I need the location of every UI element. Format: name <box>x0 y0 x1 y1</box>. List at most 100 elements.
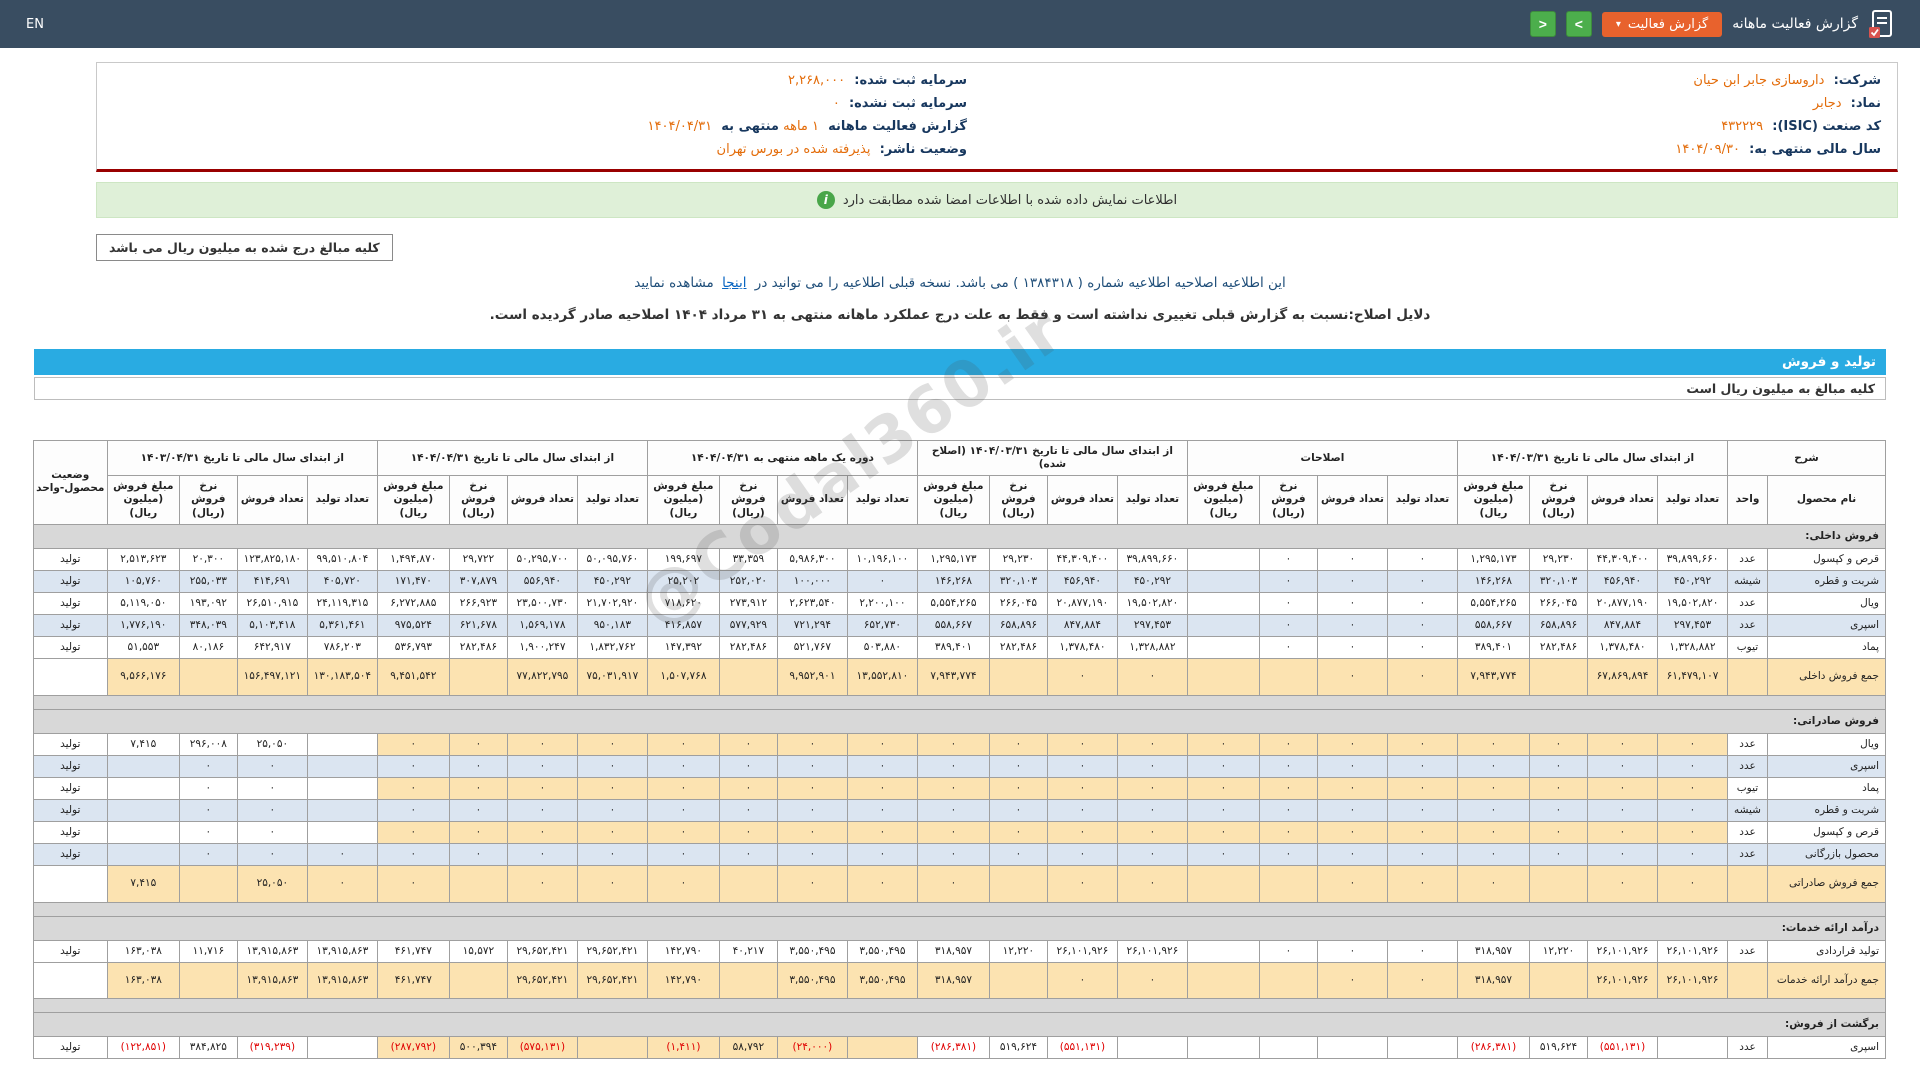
column-subheader: نرخ فروش (ریال) <box>1258 475 1318 525</box>
value-cell: ۲۰,۸۷۷,۱۹۰ <box>1046 591 1118 616</box>
prev-announcement-button[interactable]: < <box>1529 11 1556 37</box>
value-cell: ۰ <box>1258 591 1318 616</box>
value-cell: ۰ <box>1386 843 1458 867</box>
value-cell <box>448 961 508 999</box>
issuer-status-label: وضعیت ناشر: <box>879 142 967 157</box>
value-cell: ۱۰۰,۰۰۰ <box>776 569 848 594</box>
value-cell: ۰ <box>916 865 990 903</box>
value-cell: ۰ <box>1456 754 1531 778</box>
value-cell: ۰ <box>1258 776 1318 801</box>
activity-report-dropdown[interactable]: گزارش فعالیت ▾ <box>1601 11 1723 37</box>
value-cell: ۲۶۶,۰۴۵ <box>988 591 1048 616</box>
value-cell: ۹۷۵,۵۲۴ <box>376 614 450 638</box>
value-cell: ۰ <box>178 754 238 778</box>
value-cell: ۳,۵۵۰,۴۹۵ <box>846 961 918 999</box>
value-cell: ۰ <box>776 754 848 778</box>
value-cell: ۱۹,۵۰۲,۸۲۰ <box>1116 591 1188 616</box>
value-cell: ۰ <box>1316 865 1388 903</box>
value-cell: ۱۰,۱۹۶,۱۰۰ <box>846 547 918 571</box>
value-cell: ۰ <box>1386 754 1458 778</box>
value-cell: ۰ <box>1316 754 1388 778</box>
previous-version-link[interactable]: اینجا <box>722 275 746 291</box>
value-cell: ۰ <box>1386 865 1458 903</box>
value-cell <box>306 821 378 845</box>
value-cell: ۱۲,۲۲۰ <box>1529 939 1588 963</box>
section-header-production: تولید و فروش <box>34 349 1886 375</box>
value-cell: (۵۷۵,۱۳۱) <box>506 1035 578 1060</box>
value-cell: ۰ <box>1046 732 1118 756</box>
value-cell: ۰ <box>988 798 1048 823</box>
value-cell: ۴۵۰,۲۹۲ <box>576 569 648 594</box>
status-cell: تولید <box>32 776 108 801</box>
value-cell: ۵۰۳,۸۸۰ <box>846 636 918 660</box>
unit-cell: تیوب <box>1727 776 1768 801</box>
value-cell: ۰ <box>1316 591 1388 616</box>
unit-cell: عدد <box>1727 591 1768 616</box>
value-cell: ۰ <box>448 754 508 778</box>
value-cell: ۰ <box>178 798 238 823</box>
value-cell: ۰ <box>1116 754 1188 778</box>
unit-cell: عدد <box>1727 821 1768 845</box>
value-cell <box>1529 865 1588 903</box>
value-cell: ۵۰,۲۹۵,۷۰۰ <box>506 547 578 571</box>
value-cell: ۰ <box>178 821 238 845</box>
value-cell: ۰ <box>576 865 648 903</box>
value-cell: ۲۹,۷۲۲ <box>448 547 508 571</box>
value-cell: ۰ <box>1456 776 1531 801</box>
value-cell: ۷۸۶,۲۰۳ <box>306 636 378 660</box>
topbar: EN گزارش فعالیت ماهانه گزارش فعالیت ▾ > … <box>0 0 1920 48</box>
status-cell: تولید <box>32 614 108 638</box>
value-cell: ۲۶,۱۰۱,۹۲۶ <box>1046 939 1118 963</box>
value-cell: ۰ <box>1116 821 1188 845</box>
value-cell <box>576 1035 648 1060</box>
value-cell: ۰ <box>1386 961 1458 999</box>
value-cell: ۵۱۹,۶۲۴ <box>1529 1035 1588 1060</box>
value-cell: ۲۹,۶۵۲,۴۲۱ <box>576 939 648 963</box>
value-cell: ۰ <box>718 732 778 756</box>
value-cell: ۰ <box>376 865 450 903</box>
value-cell: ۰ <box>576 821 648 845</box>
value-cell: ۱,۵۶۹,۱۷۸ <box>506 614 578 638</box>
value-cell: ۱۹۳,۰۹۲ <box>178 591 238 616</box>
value-cell: ۰ <box>1587 732 1658 756</box>
next-announcement-button[interactable]: > <box>1565 11 1592 37</box>
value-cell: ۱,۳۷۸,۴۸۰ <box>1046 636 1118 660</box>
value-cell: ۰ <box>846 569 918 594</box>
value-cell: (۱,۴۱۱) <box>646 1035 720 1060</box>
value-cell <box>1386 1035 1458 1060</box>
value-cell: ۱,۲۹۵,۱۷۳ <box>916 547 990 571</box>
unregistered-capital-label: سرمایه ثبت نشده: <box>848 96 967 111</box>
page-title: گزارش فعالیت ماهانه <box>1732 16 1858 32</box>
value-cell: ۰ <box>448 732 508 756</box>
info-icon: i <box>816 191 835 209</box>
value-cell: ۴۵۶,۹۴۰ <box>1587 569 1658 594</box>
value-cell: ۶۲۱,۶۷۸ <box>448 614 508 638</box>
value-cell: ۵۷۷,۹۲۹ <box>718 614 778 638</box>
value-cell: ۵۵۶,۹۴۰ <box>506 569 578 594</box>
value-cell: ۶۵۸,۸۹۶ <box>988 614 1048 638</box>
spacer-cell <box>32 997 1887 1013</box>
value-cell <box>1186 569 1260 594</box>
value-cell <box>306 732 378 756</box>
value-cell: ۲۴,۱۱۹,۳۱۵ <box>306 591 378 616</box>
value-cell: ۰ <box>1186 843 1260 867</box>
value-cell: ۰ <box>1186 798 1260 823</box>
value-cell <box>1186 961 1260 999</box>
value-cell <box>106 776 180 801</box>
value-cell: ۲۵۲,۰۲۰ <box>718 569 778 594</box>
value-cell: ۰ <box>718 843 778 867</box>
value-cell <box>1258 865 1318 903</box>
column-subheader: مبلغ فروش (میلیون ریال) <box>646 475 720 525</box>
amendment-reason: دلایل اصلاح:نسبت به گزارش قبلی تغییری ند… <box>489 307 1431 323</box>
value-cell: ۰ <box>1046 961 1118 999</box>
column-subheader: مبلغ فروش (میلیون ریال) <box>106 475 180 525</box>
value-cell <box>448 658 508 696</box>
value-cell: ۲۶,۱۰۱,۹۲۶ <box>1657 961 1728 999</box>
value-cell: ۰ <box>916 754 990 778</box>
unit-cell: شیشه <box>1727 798 1768 823</box>
value-cell: ۰ <box>1258 732 1318 756</box>
value-cell: ۰ <box>646 821 720 845</box>
issuer-status-row: وضعیت ناشر: پذیرفته شده در بورس تهران <box>113 138 967 161</box>
value-cell: ۴۱۴,۶۹۱ <box>236 569 308 594</box>
language-link[interactable]: EN <box>26 17 44 32</box>
